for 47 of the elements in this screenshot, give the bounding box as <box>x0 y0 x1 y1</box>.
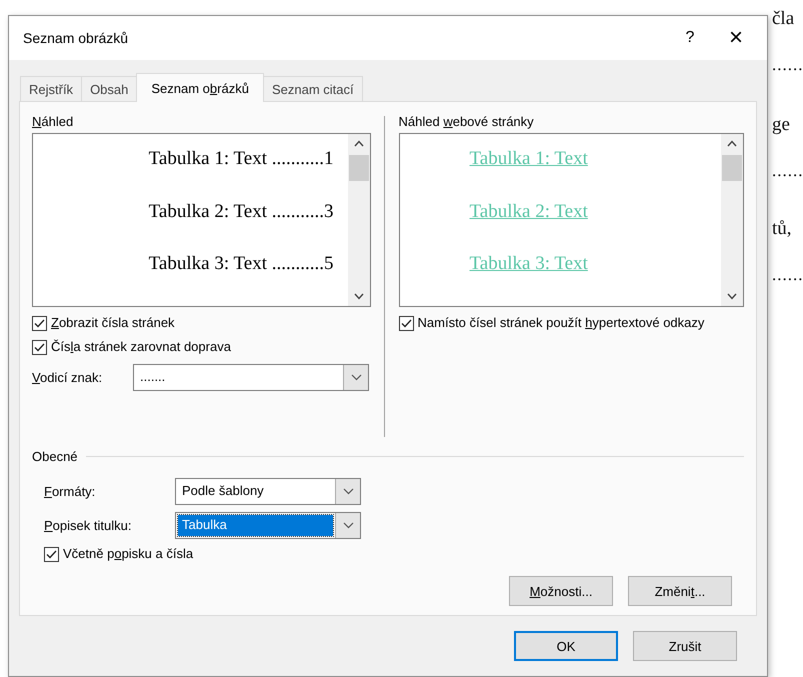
checkbox[interactable] <box>32 316 47 331</box>
section-title: Obecné <box>32 449 78 464</box>
scroll-up-icon[interactable] <box>354 140 364 147</box>
checkbox[interactable] <box>32 340 47 355</box>
scrollbar[interactable] <box>721 134 743 306</box>
dropdown[interactable]: Tabulka <box>175 512 361 539</box>
preview-entry: Tabulka 1: Text ...........1 <box>148 148 335 171</box>
scroll-up-icon[interactable] <box>727 140 737 147</box>
tab[interactable]: Rejstřík <box>20 76 82 101</box>
preview-entry: Tabulka 2: Text ...........3 <box>148 200 335 224</box>
checkbox[interactable] <box>44 547 59 562</box>
checkbox[interactable] <box>398 316 414 331</box>
document-text: tů, <box>772 218 792 240</box>
scroll-down-icon[interactable] <box>354 293 364 300</box>
dialog-button[interactable]: Možnosti... <box>509 576 613 606</box>
field-label: Popisek titulku: <box>44 518 132 533</box>
checkbox-label: Čísla stránek zarovnat doprava <box>51 339 231 354</box>
scrollbar-thumb[interactable] <box>722 155 742 181</box>
dialog-button[interactable]: Změnit... <box>628 576 732 606</box>
chevron-down-icon[interactable] <box>350 374 362 381</box>
help-button[interactable]: ? <box>667 29 713 47</box>
dialog-button[interactable]: OK <box>514 631 618 661</box>
dropdown[interactable]: ....... <box>133 364 369 391</box>
checkbox-label: Včetně popisku a čísla <box>63 546 194 561</box>
document-text: čla <box>772 8 794 30</box>
window-title: Seznam obrázků <box>23 30 130 46</box>
section-label: Náhled webové stránky <box>398 114 535 129</box>
checkbox-label: Zobrazit čísla stránek <box>51 315 175 330</box>
preview-entry: Tabulka 3: Text ...........5 <box>148 253 335 276</box>
field-label: Vodicí znak: <box>32 370 104 385</box>
scrollbar[interactable] <box>348 134 370 306</box>
document-text: ge <box>772 114 790 136</box>
tab[interactable]: Seznam citací <box>262 76 363 101</box>
dialog-button[interactable]: Zrušit <box>633 631 737 661</box>
dotted-leader: ...... <box>772 160 803 182</box>
chevron-down-icon[interactable] <box>342 488 354 495</box>
checkbox-label: Namísto čísel stránek použít hypertextové odkazy <box>418 314 706 332</box>
tab[interactable]: Seznam obrázků <box>136 73 264 102</box>
dotted-leader: ...... <box>772 264 803 286</box>
dropdown[interactable]: Podle šablony <box>175 478 361 505</box>
field-label: Formáty: <box>44 484 96 499</box>
chevron-down-icon[interactable] <box>342 522 354 529</box>
section-label: Náhled <box>32 114 74 129</box>
scrollbar-thumb[interactable] <box>348 155 369 181</box>
close-button[interactable]: × <box>713 24 759 52</box>
scroll-down-icon[interactable] <box>727 293 737 300</box>
dotted-leader: ...... <box>772 54 803 76</box>
